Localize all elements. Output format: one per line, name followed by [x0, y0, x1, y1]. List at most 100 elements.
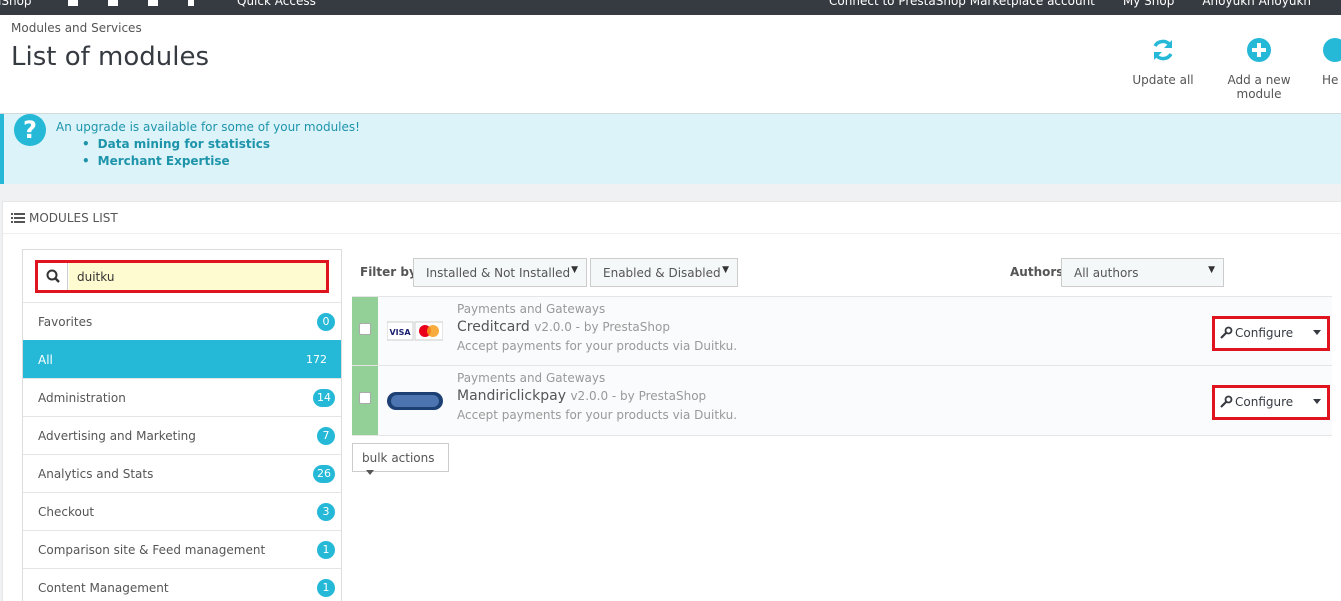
- upgrade-item-link[interactable]: Merchant Expertise: [82, 153, 270, 170]
- module-description: Accept payments for your products via Du…: [457, 339, 738, 353]
- caret-down-icon[interactable]: [1313, 330, 1321, 335]
- count-badge: 3: [317, 503, 335, 521]
- help-button[interactable]: He: [1322, 37, 1341, 87]
- alert-message: An upgrade is available for some of your…: [56, 120, 360, 134]
- category-list: Favorites 0 All 172 Administration 14 Ad…: [23, 302, 341, 601]
- configure-action-group: Configure: [1212, 316, 1330, 351]
- count-badge: 0: [317, 313, 335, 331]
- category-label: Comparison site & Feed management: [38, 543, 266, 557]
- employee-menu[interactable]: Anoyukh Anoyukh: [1202, 0, 1311, 8]
- category-label: All: [38, 353, 53, 367]
- upgrade-list: Data mining for statistics Merchant Expe…: [82, 136, 270, 170]
- category-favorites[interactable]: Favorites 0: [23, 302, 341, 340]
- module-name-text: Mandiriclickpay: [457, 388, 566, 404]
- category-checkout[interactable]: Checkout 3: [23, 492, 341, 530]
- panel-title: MODULES LIST: [29, 211, 118, 225]
- category-label: Administration: [38, 391, 126, 405]
- module-version: v2.0.0 - by PrestaShop: [534, 320, 670, 334]
- my-shop-link[interactable]: My Shop: [1123, 0, 1174, 8]
- module-search: [35, 260, 329, 293]
- enabled-status-bar: [352, 297, 378, 365]
- module-name-text: Creditcard: [457, 319, 530, 335]
- module-checkbox[interactable]: [359, 392, 371, 404]
- update-all-label: Update all: [1132, 73, 1194, 87]
- panel-heading: MODULES LIST: [3, 202, 1341, 234]
- search-button[interactable]: [38, 263, 68, 290]
- breadcrumb[interactable]: Modules and Services: [11, 21, 142, 35]
- search-icon: [46, 269, 60, 283]
- category-administration[interactable]: Administration 14: [23, 378, 341, 416]
- help-label: He: [1322, 73, 1339, 87]
- category-label: Advertising and Marketing: [38, 429, 196, 443]
- upgrade-alert: ? An upgrade is available for some of yo…: [0, 114, 1341, 184]
- search-input[interactable]: [69, 263, 326, 290]
- wrench-icon: [1220, 395, 1233, 408]
- category-comparison-feed[interactable]: Comparison site & Feed management 1: [23, 530, 341, 568]
- bulk-actions-button[interactable]: bulk actions: [352, 443, 449, 475]
- wrench-icon: [1220, 326, 1233, 339]
- configure-button[interactable]: Configure: [1219, 323, 1293, 344]
- caret-down-icon: [366, 470, 374, 475]
- enabled-status-bar: [352, 366, 378, 435]
- caret-down-icon: ▼: [571, 265, 578, 275]
- module-row: VISA Payments and Gateways Creditcard v2…: [352, 296, 1332, 366]
- configure-label: Configure: [1235, 395, 1294, 409]
- category-label: Content Management: [38, 581, 169, 595]
- module-category: Payments and Gateways: [457, 371, 606, 385]
- caret-down-icon[interactable]: [1313, 399, 1321, 404]
- count-badge: 172: [306, 353, 327, 366]
- module-row: Payments and Gateways Mandiriclickpay v2…: [352, 366, 1332, 436]
- authors-label: Authors: [1010, 265, 1064, 279]
- caret-down-icon: ▼: [722, 265, 729, 275]
- topbar-right: Connect to PrestaShop Marketplace accoun…: [829, 0, 1311, 8]
- module-category: Payments and Gateways: [457, 302, 606, 316]
- install-status-value: Installed & Not Installed: [426, 266, 571, 280]
- install-status-select[interactable]: Installed & Not Installed ▼: [413, 258, 587, 287]
- count-badge: 26: [313, 465, 335, 483]
- category-analytics-stats[interactable]: Analytics and Stats 26: [23, 454, 341, 492]
- upgrade-item-link[interactable]: Data mining for statistics: [82, 136, 270, 153]
- authors-value: All authors: [1074, 266, 1139, 280]
- module-name: Creditcard v2.0.0 - by PrestaShop: [457, 319, 670, 335]
- category-label: Checkout: [38, 505, 95, 519]
- notifications-icon[interactable]: [188, 0, 194, 6]
- add-module-button[interactable]: Add a new module: [1204, 37, 1314, 101]
- filter-by-label: Filter by: [360, 265, 417, 279]
- category-all[interactable]: All 172: [23, 340, 341, 378]
- svg-text:VISA: VISA: [389, 328, 411, 337]
- configure-action-group: Configure: [1212, 385, 1330, 420]
- category-content-management[interactable]: Content Management 1: [23, 568, 341, 601]
- question-icon: ?: [14, 114, 46, 146]
- update-all-button[interactable]: Update all: [1131, 37, 1195, 87]
- page-title: List of modules: [11, 42, 210, 72]
- configure-label: Configure: [1235, 326, 1294, 340]
- module-version: v2.0.0 - by PrestaShop: [570, 389, 707, 403]
- mandiri-clickpay-logo: [387, 392, 443, 410]
- refresh-icon: [1153, 39, 1173, 61]
- authors-select[interactable]: All authors ▼: [1061, 258, 1224, 287]
- configure-button[interactable]: Configure: [1219, 392, 1293, 413]
- enable-status-value: Enabled & Disabled: [603, 266, 721, 280]
- caret-down-icon: ▼: [1208, 265, 1215, 275]
- customers-icon[interactable]: [108, 0, 118, 6]
- count-badge: 14: [313, 389, 335, 407]
- help-icon: [1323, 38, 1341, 62]
- category-label: Analytics and Stats: [38, 467, 154, 481]
- module-list: VISA Payments and Gateways Creditcard v2…: [352, 296, 1332, 436]
- plus-circle-icon: [1247, 38, 1271, 62]
- brand-logo[interactable]: aShop: [0, 0, 32, 8]
- marketplace-connect-link[interactable]: Connect to PrestaShop Marketplace accoun…: [829, 0, 1095, 8]
- enable-status-select[interactable]: Enabled & Disabled ▼: [590, 258, 738, 287]
- module-name: Mandiriclickpay v2.0.0 - by PrestaShop: [457, 388, 706, 404]
- list-icon: [11, 213, 25, 223]
- category-label: Favorites: [38, 315, 93, 329]
- quick-access-menu[interactable]: Quick Access: [237, 0, 316, 8]
- count-badge: 1: [317, 579, 335, 597]
- bulk-actions-label: bulk actions: [362, 451, 435, 465]
- cart-icon[interactable]: [68, 0, 78, 6]
- page-header: Modules and Services List of modules Upd…: [0, 15, 1341, 114]
- module-checkbox[interactable]: [359, 323, 371, 335]
- messages-icon[interactable]: [148, 0, 158, 6]
- add-module-label: Add a new module: [1227, 73, 1291, 101]
- category-advertising-marketing[interactable]: Advertising and Marketing 7: [23, 416, 341, 454]
